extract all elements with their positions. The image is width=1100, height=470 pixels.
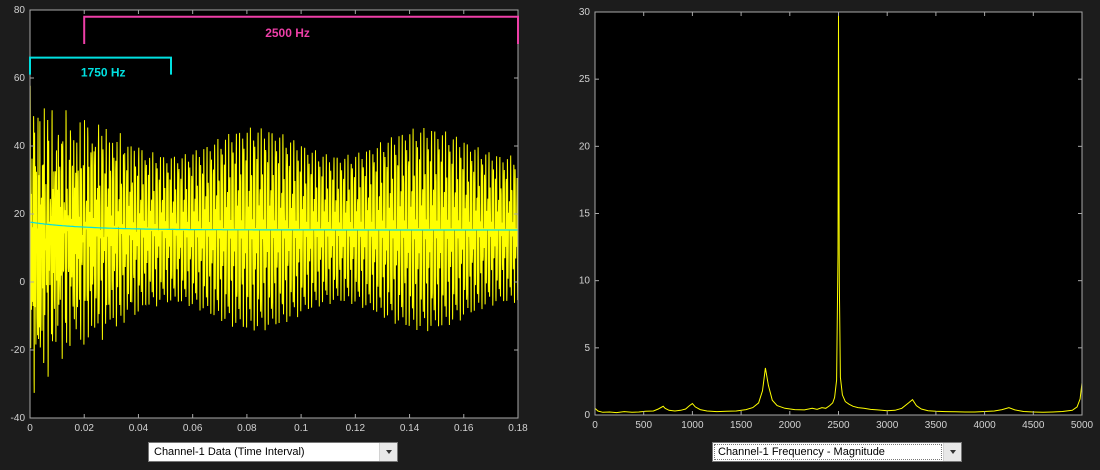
frequency-channel-dropdown-button[interactable] <box>943 443 961 461</box>
svg-text:2500: 2500 <box>827 420 850 431</box>
svg-text:0: 0 <box>27 423 33 434</box>
svg-text:-40: -40 <box>11 413 26 424</box>
svg-text:15: 15 <box>579 209 591 220</box>
time-channel-dropdown-button[interactable] <box>379 443 397 461</box>
svg-text:30: 30 <box>579 7 591 18</box>
svg-text:20: 20 <box>14 209 26 220</box>
svg-text:0: 0 <box>19 277 25 288</box>
svg-text:3500: 3500 <box>925 420 948 431</box>
time-channel-dropdown[interactable]: Channel-1 Data (Time Interval) <box>148 442 398 462</box>
svg-text:25: 25 <box>579 74 591 85</box>
svg-text:1000: 1000 <box>681 420 704 431</box>
svg-text:5000: 5000 <box>1071 420 1094 431</box>
frequency-domain-chart: 0 500 1000 1500 2000 2500 3000 3500 4000 4500 5000… <box>579 7 1094 431</box>
svg-text:5: 5 <box>584 343 590 354</box>
svg-text:3000: 3000 <box>876 420 899 431</box>
svg-text:0.08: 0.08 <box>237 423 257 434</box>
svg-text:4500: 4500 <box>1022 420 1045 431</box>
svg-text:40: 40 <box>14 141 26 152</box>
svg-text:0.16: 0.16 <box>454 423 474 434</box>
svg-text:20: 20 <box>579 141 591 152</box>
svg-text:10: 10 <box>579 276 591 287</box>
chevron-down-icon <box>385 450 392 454</box>
svg-text:0.14: 0.14 <box>400 423 420 434</box>
svg-text:0.06: 0.06 <box>183 423 203 434</box>
svg-text:0: 0 <box>592 420 598 431</box>
svg-text:0: 0 <box>584 410 590 421</box>
svg-text:2500 Hz: 2500 Hz <box>265 26 310 40</box>
svg-text:500: 500 <box>635 420 652 431</box>
frequency-channel-dropdown-value: Channel-1 Frequency - Magnitude <box>713 443 943 461</box>
time-channel-dropdown-value: Channel-1 Data (Time Interval) <box>154 446 305 458</box>
frequency-channel-dropdown[interactable]: Channel-1 Frequency - Magnitude <box>712 442 962 462</box>
svg-text:0.04: 0.04 <box>129 423 149 434</box>
svg-text:0.02: 0.02 <box>74 423 94 434</box>
svg-text:60: 60 <box>14 73 26 84</box>
svg-text:0.1: 0.1 <box>294 423 308 434</box>
svg-text:2000: 2000 <box>779 420 802 431</box>
time-domain-chart: 0 0.02 0.04 0.06 0.08 0.1 0.12 0.14 0.16 0.18 -40 -… <box>11 5 529 434</box>
svg-text:4000: 4000 <box>973 420 996 431</box>
svg-text:0.18: 0.18 <box>508 423 528 434</box>
svg-text:1750 Hz: 1750 Hz <box>81 65 126 79</box>
chevron-down-icon <box>949 450 956 454</box>
svg-text:-20: -20 <box>11 345 26 356</box>
scope-window: 0 0.02 0.04 0.06 0.08 0.1 0.12 0.14 0.16 0.18 -40 -… <box>0 0 1100 470</box>
svg-text:0.12: 0.12 <box>346 423 366 434</box>
svg-text:80: 80 <box>14 5 26 16</box>
svg-text:1500: 1500 <box>730 420 753 431</box>
